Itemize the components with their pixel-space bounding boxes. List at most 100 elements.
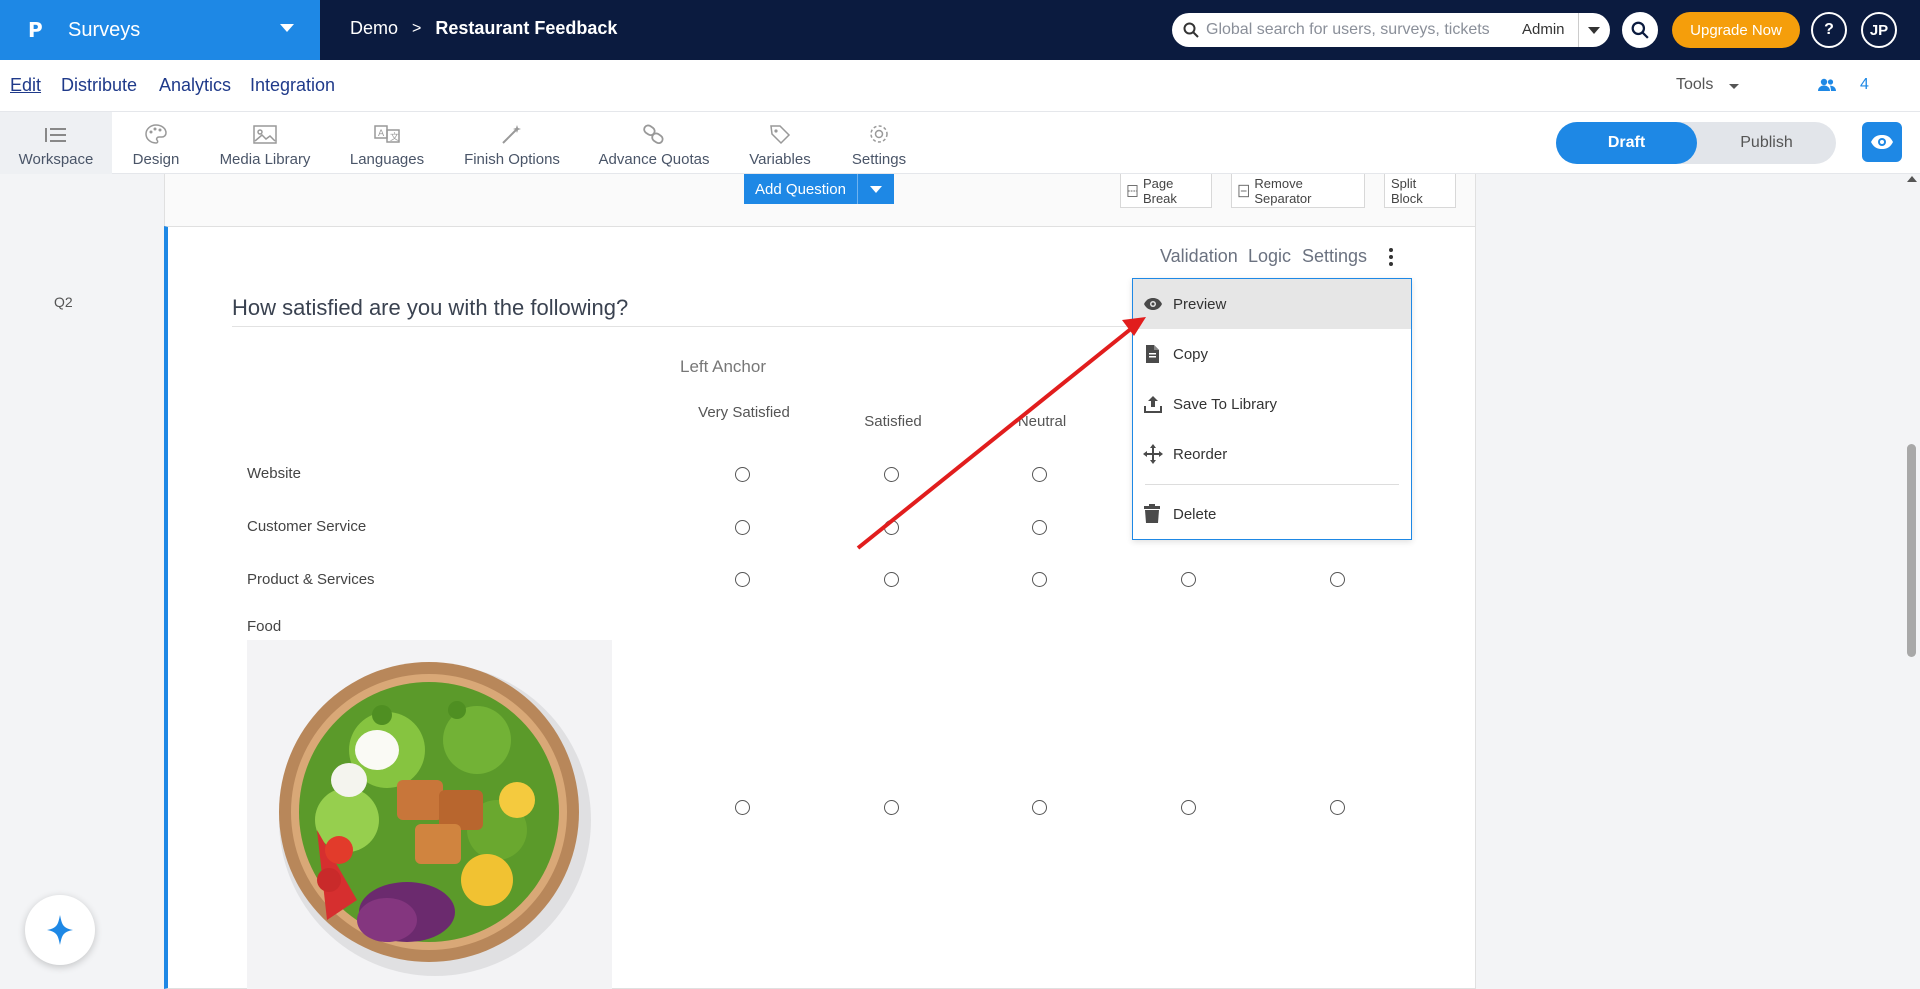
column-header: Very Satisfied: [698, 404, 790, 421]
tool-media-library[interactable]: Media Library: [212, 112, 318, 174]
caret-down-icon[interactable]: [1729, 84, 1739, 89]
food-image: [247, 640, 612, 989]
radio-button[interactable]: [1032, 520, 1047, 535]
main-menu: Edit Distribute Analytics Integration To…: [0, 60, 1920, 112]
radio-button[interactable]: [1330, 572, 1345, 587]
image-icon: [253, 125, 277, 144]
radio-button[interactable]: [1181, 800, 1196, 815]
radio-button[interactable]: [884, 467, 899, 482]
workspace-icon: [45, 128, 66, 142]
radio-button[interactable]: [1330, 800, 1345, 815]
radio-button[interactable]: [884, 572, 899, 587]
caret-down-icon[interactable]: [1588, 27, 1600, 34]
remove-separator-button[interactable]: Remove Separator: [1231, 174, 1365, 208]
tools-menu[interactable]: Tools: [1676, 76, 1713, 94]
radio-button[interactable]: [1181, 572, 1196, 587]
tab-logic[interactable]: Logic: [1248, 246, 1291, 267]
separator-icon: [1238, 184, 1249, 197]
row-label: Website: [247, 465, 301, 482]
radio-button[interactable]: [1032, 572, 1047, 587]
divider: [1578, 13, 1579, 47]
menu-item-reorder[interactable]: Reorder: [1133, 429, 1411, 479]
menu-analytics[interactable]: Analytics: [159, 75, 231, 96]
svg-text:文: 文: [390, 131, 399, 143]
menu-distribute[interactable]: Distribute: [61, 75, 137, 96]
add-question-button[interactable]: Add Question: [744, 174, 858, 204]
tool-settings[interactable]: Settings: [846, 112, 912, 174]
menu-item-label: Delete: [1173, 505, 1217, 523]
move-icon: [1143, 444, 1163, 464]
search-icon: [1183, 22, 1199, 38]
tab-validation[interactable]: Validation: [1160, 246, 1238, 267]
users-icon[interactable]: [1818, 76, 1836, 94]
gear-icon: [870, 125, 888, 143]
scroll-up-icon[interactable]: [1907, 176, 1917, 182]
help-button[interactable]: ?: [1811, 12, 1847, 48]
scrollbar-thumb[interactable]: [1907, 444, 1916, 657]
link-icon: [643, 124, 664, 145]
tab-settings[interactable]: Settings: [1302, 246, 1367, 267]
upgrade-button[interactable]: Upgrade Now: [1672, 12, 1800, 48]
radio-button[interactable]: [884, 520, 899, 535]
tool-label: Design: [132, 151, 180, 168]
more-options-icon[interactable]: [1389, 248, 1393, 266]
preview-button[interactable]: [1862, 122, 1902, 162]
tool-languages[interactable]: A文 Languages: [344, 112, 430, 174]
menu-item-copy[interactable]: Copy: [1133, 329, 1411, 379]
brand-logo: P: [28, 18, 43, 42]
row-label: Product & Services: [247, 571, 375, 588]
question-title[interactable]: How satisfied are you with the following…: [232, 295, 628, 321]
menu-item-save-to-library[interactable]: Save To Library: [1133, 379, 1411, 429]
tool-finish-options[interactable]: Finish Options: [458, 112, 566, 174]
radio-button[interactable]: [735, 800, 750, 815]
menu-item-preview[interactable]: Preview: [1133, 279, 1411, 329]
trash-icon: [1144, 504, 1160, 523]
menu-item-delete[interactable]: Delete: [1133, 489, 1411, 539]
draft-button[interactable]: Draft: [1556, 122, 1697, 164]
radio-button[interactable]: [735, 572, 750, 587]
radio-button[interactable]: [735, 520, 750, 535]
search-button[interactable]: [1622, 12, 1658, 48]
avatar[interactable]: JP: [1861, 12, 1897, 48]
search-icon: [1631, 21, 1649, 39]
tool-advance-quotas[interactable]: Advance Quotas: [598, 112, 710, 174]
draft-publish-toggle: Draft Publish: [1556, 122, 1836, 164]
column-header: Satisfied: [864, 413, 922, 430]
tool-label: Languages: [349, 151, 425, 168]
tool-design[interactable]: Design: [118, 112, 194, 174]
page-break-button[interactable]: Page Break: [1120, 174, 1212, 208]
radio-button[interactable]: [884, 800, 899, 815]
global-search-input[interactable]: [1206, 19, 1496, 41]
breadcrumb-parent[interactable]: Demo: [350, 18, 398, 39]
tool-workspace[interactable]: Workspace: [0, 112, 112, 174]
radio-button[interactable]: [1032, 467, 1047, 482]
split-block-button[interactable]: Split Block: [1384, 174, 1456, 208]
page-break-label: Page Break: [1142, 175, 1177, 206]
assistant-button[interactable]: [25, 895, 95, 965]
radio-button[interactable]: [1032, 800, 1047, 815]
tool-label: Settings: [851, 151, 907, 168]
add-question-dropdown[interactable]: [858, 174, 894, 204]
split-block-label: Split Block: [1391, 175, 1423, 206]
copy-icon: [1146, 345, 1159, 363]
app-switcher[interactable]: P Surveys: [0, 0, 320, 60]
question-number: Q2: [54, 294, 73, 310]
menu-item-label: Save To Library: [1173, 395, 1277, 413]
sparkle-icon: [47, 915, 73, 945]
top-bar: P Surveys Demo > Restaurant Feedback Adm…: [0, 0, 1920, 60]
breadcrumb-current: Restaurant Feedback: [435, 18, 618, 38]
magic-wand-icon: [502, 125, 521, 144]
svg-text:A: A: [378, 129, 385, 139]
role-select[interactable]: Admin: [1522, 21, 1565, 38]
title-underline: [232, 326, 1132, 327]
collaborators-count: 4: [1860, 76, 1869, 93]
tool-variables[interactable]: Variables: [744, 112, 816, 174]
column-header: Neutral: [1017, 413, 1067, 430]
radio-button[interactable]: [735, 467, 750, 482]
palette-icon: [145, 124, 167, 144]
publish-button[interactable]: Publish: [1697, 122, 1836, 164]
menu-divider: [1145, 484, 1399, 485]
menu-edit[interactable]: Edit: [10, 75, 41, 96]
menu-integration[interactable]: Integration: [250, 75, 335, 96]
left-anchor-label: Left Anchor: [680, 357, 767, 376]
